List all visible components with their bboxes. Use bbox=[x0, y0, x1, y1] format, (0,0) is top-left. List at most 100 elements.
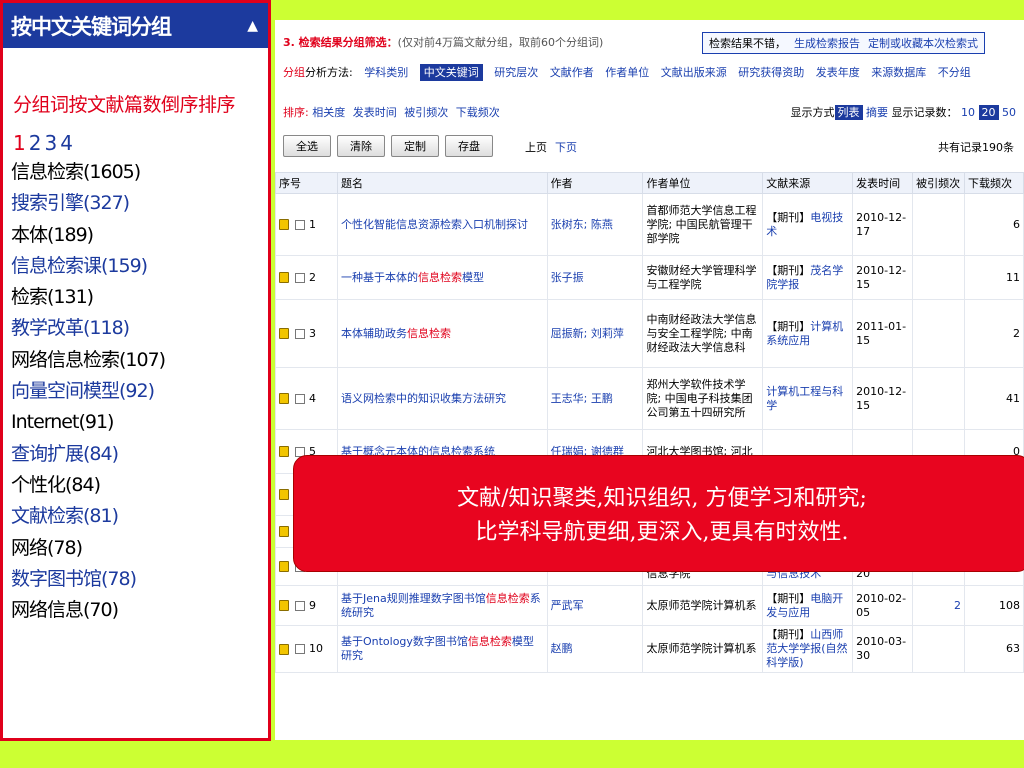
author-cell[interactable]: 张树东; 陈燕 bbox=[546, 193, 644, 256]
generate-report-link[interactable]: 生成检索报告 bbox=[794, 37, 860, 50]
sort-relevance[interactable]: 相关度 bbox=[312, 106, 345, 119]
row-checkbox[interactable] bbox=[295, 219, 305, 230]
keyword-group-item[interactable]: 向量空间模型(92) bbox=[11, 376, 268, 407]
record-count-50[interactable]: 50 bbox=[1002, 106, 1016, 119]
cited-cell[interactable] bbox=[912, 625, 965, 673]
document-icon[interactable] bbox=[279, 393, 289, 404]
sort-date[interactable]: 发表时间 bbox=[353, 106, 397, 119]
cited-cell[interactable] bbox=[912, 367, 965, 430]
document-icon[interactable] bbox=[279, 489, 289, 500]
method-subject[interactable]: 学科类别 bbox=[364, 66, 408, 79]
document-icon[interactable] bbox=[279, 643, 289, 655]
source-cell[interactable]: 【期刊】电视技术 bbox=[762, 193, 854, 256]
title-link[interactable]: 一种基于本体的信息检索模型 bbox=[341, 271, 484, 284]
keyword-group-item[interactable]: 搜索引擎(327) bbox=[11, 188, 268, 219]
row-checkbox[interactable] bbox=[295, 272, 305, 283]
keyword-group-item[interactable]: 数字图书馆(78) bbox=[11, 564, 268, 595]
title-link[interactable]: 个性化智能信息资源检索入口机制探讨 bbox=[341, 218, 528, 231]
save-button[interactable]: 存盘 bbox=[445, 135, 493, 157]
source-cell[interactable]: 【期刊】山西师范大学学报(自然科学版) bbox=[762, 625, 854, 673]
title-link[interactable]: 基于Jena规则推理数字图书馆信息检索系统研究 bbox=[341, 592, 541, 619]
display-mode-list[interactable]: 列表 bbox=[834, 105, 863, 120]
keyword-group-item[interactable]: 查询扩展(84) bbox=[11, 439, 268, 470]
group-page-4[interactable]: 4 bbox=[60, 131, 74, 155]
method-unit[interactable]: 作者单位 bbox=[605, 66, 649, 79]
source-cell[interactable]: 【期刊】电脑开发与应用 bbox=[762, 585, 854, 626]
table-row: 1 个性化智能信息资源检索入口机制探讨 张树东; 陈燕 首都师范大学信息工程学院; 中… bbox=[275, 193, 1024, 256]
author-cell[interactable]: 严武军 bbox=[546, 585, 644, 626]
keyword-group-item[interactable]: 网络信息(70) bbox=[11, 595, 268, 626]
keyword-group-item[interactable]: 网络信息检索(107) bbox=[11, 345, 268, 376]
group-page-3[interactable]: 3 bbox=[44, 131, 58, 155]
document-icon[interactable] bbox=[279, 526, 289, 537]
col-downloads[interactable]: 下载频次 bbox=[964, 172, 1024, 194]
next-page-link[interactable]: 下页 bbox=[555, 141, 577, 154]
select-all-button[interactable]: 全选 bbox=[283, 135, 331, 157]
col-source[interactable]: 文献来源 bbox=[762, 172, 854, 194]
method-keyword-selected[interactable]: 中文关键词 bbox=[419, 64, 483, 81]
method-funding[interactable]: 研究获得资助 bbox=[738, 66, 804, 79]
cited-cell[interactable]: 2 bbox=[912, 585, 965, 626]
col-title[interactable]: 题名 bbox=[336, 172, 548, 194]
document-icon[interactable] bbox=[279, 561, 289, 572]
sort-downloads[interactable]: 下载频次 bbox=[456, 106, 500, 119]
sort-cited[interactable]: 被引频次 bbox=[404, 106, 448, 119]
customize-button[interactable]: 定制 bbox=[391, 135, 439, 157]
method-year[interactable]: 发表年度 bbox=[816, 66, 860, 79]
collapse-arrow-icon[interactable]: ▲ bbox=[247, 18, 258, 34]
keyword-group-item[interactable]: 信息检索课(159) bbox=[11, 251, 268, 282]
author-cell[interactable]: 赵鹏 bbox=[546, 625, 644, 673]
cited-cell[interactable] bbox=[912, 255, 965, 300]
keyword-group-item[interactable]: 信息检索(1605) bbox=[11, 157, 268, 188]
prev-page[interactable]: 上页 bbox=[525, 141, 547, 154]
document-icon[interactable] bbox=[279, 328, 289, 339]
document-icon[interactable] bbox=[279, 446, 289, 457]
keyword-group-item[interactable]: 文献检索(81) bbox=[11, 501, 268, 532]
document-icon[interactable] bbox=[279, 600, 289, 611]
row-checkbox[interactable] bbox=[295, 328, 305, 339]
keyword-group-item[interactable]: Internet(91) bbox=[11, 407, 268, 438]
author-cell[interactable]: 张子振 bbox=[546, 255, 644, 300]
record-count-20[interactable]: 20 bbox=[978, 105, 999, 120]
method-none[interactable]: 不分组 bbox=[938, 66, 971, 79]
cited-cell[interactable] bbox=[912, 193, 965, 256]
date-cell: 2010-12-15 bbox=[852, 367, 914, 430]
title-link[interactable]: 基于Ontology数字图书馆信息检索模型研究 bbox=[341, 635, 534, 662]
source-cell[interactable]: 计算机工程与科学 bbox=[762, 367, 854, 430]
col-unit[interactable]: 作者单位 bbox=[642, 172, 764, 194]
author-cell[interactable]: 王志华; 王鹏 bbox=[546, 367, 644, 430]
col-author[interactable]: 作者 bbox=[546, 172, 644, 194]
method-source[interactable]: 文献出版来源 bbox=[661, 66, 727, 79]
col-date[interactable]: 发表时间 bbox=[852, 172, 914, 194]
save-query-link[interactable]: 定制或收藏本次检索式 bbox=[868, 37, 978, 50]
method-database[interactable]: 来源数据库 bbox=[871, 66, 926, 79]
title-link[interactable]: 本体辅助政务信息检索 bbox=[341, 327, 451, 340]
display-mode-abstract[interactable]: 摘要 bbox=[866, 106, 888, 119]
document-icon[interactable] bbox=[279, 219, 289, 230]
keyword-group-item[interactable]: 检索(131) bbox=[11, 282, 268, 313]
col-no[interactable]: 序号 bbox=[275, 172, 338, 194]
row-checkbox[interactable] bbox=[295, 644, 305, 654]
col-cited[interactable]: 被引频次 bbox=[912, 172, 965, 194]
group-page-2[interactable]: 2 bbox=[29, 131, 43, 155]
record-count-10[interactable]: 10 bbox=[961, 106, 975, 119]
group-page-1[interactable]: 1 bbox=[13, 131, 27, 155]
keyword-group-item[interactable]: 本体(189) bbox=[11, 220, 268, 251]
document-icon[interactable] bbox=[279, 272, 289, 283]
source-cell[interactable]: 【期刊】茂名学院学报 bbox=[762, 255, 854, 300]
source-cell[interactable]: 【期刊】计算机系统应用 bbox=[762, 299, 854, 368]
method-author[interactable]: 文献作者 bbox=[550, 66, 594, 79]
method-level[interactable]: 研究层次 bbox=[494, 66, 538, 79]
group-page-list: 1234 bbox=[13, 131, 268, 155]
group-panel-header[interactable]: 按中文关键词分组 ▲ bbox=[3, 3, 268, 48]
keyword-group-item[interactable]: 教学改革(118) bbox=[11, 313, 268, 344]
row-checkbox[interactable] bbox=[295, 393, 305, 404]
keyword-group-item[interactable]: 个性化(84) bbox=[11, 470, 268, 501]
author-cell[interactable]: 屈振新; 刘莉萍 bbox=[546, 299, 644, 368]
title-link[interactable]: 语义网检索中的知识收集方法研究 bbox=[341, 392, 506, 405]
cited-cell[interactable] bbox=[912, 299, 965, 368]
row-checkbox[interactable] bbox=[295, 600, 305, 611]
source-name[interactable]: 计算机工程与科学 bbox=[766, 385, 843, 412]
keyword-group-item[interactable]: 网络(78) bbox=[11, 533, 268, 564]
clear-button[interactable]: 清除 bbox=[337, 135, 385, 157]
